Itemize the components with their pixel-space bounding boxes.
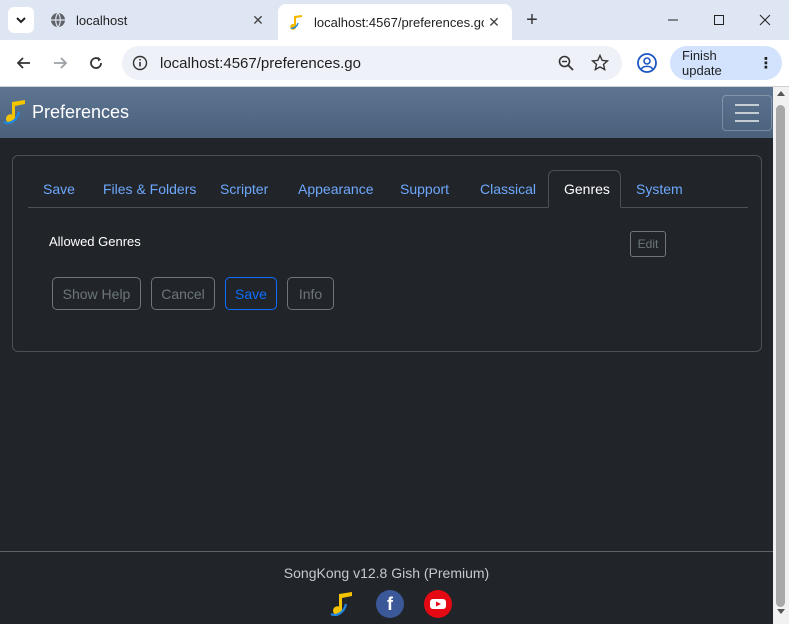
kebab-menu-icon: ⋮ — [758, 55, 774, 72]
profile-icon[interactable] — [636, 52, 658, 74]
youtube-icon[interactable] — [424, 590, 452, 618]
browser-tab-localhost[interactable]: localhost ✕ — [40, 4, 276, 36]
tab-system[interactable]: System — [621, 171, 698, 207]
scroll-thumb[interactable] — [776, 105, 785, 607]
zoom-icon[interactable] — [554, 51, 578, 75]
cancel-button[interactable]: Cancel — [151, 277, 215, 310]
music-note-icon — [288, 14, 304, 30]
show-help-button[interactable]: Show Help — [52, 277, 141, 310]
site-info-icon[interactable] — [132, 55, 148, 71]
bookmark-star-icon[interactable] — [588, 51, 612, 75]
scroll-up-icon[interactable] — [777, 91, 785, 96]
hamburger-menu-icon[interactable] — [722, 95, 772, 131]
browser-tab-preferences[interactable]: localhost:4567/preferences.go ✕ — [278, 4, 512, 40]
page-title[interactable]: Preferences — [32, 102, 129, 123]
edit-button[interactable]: Edit — [630, 231, 666, 257]
new-tab-icon[interactable]: + — [520, 8, 544, 32]
facebook-icon[interactable]: f — [376, 590, 404, 618]
browser-toolbar: localhost:4567/preferences.go Finish upd… — [0, 40, 789, 87]
footer-divider — [0, 551, 773, 552]
tab-files-folders[interactable]: Files & Folders — [88, 171, 211, 207]
reload-icon[interactable] — [82, 49, 110, 77]
songkong-logo-icon[interactable] — [2, 99, 28, 125]
maximize-icon[interactable] — [696, 0, 742, 40]
forward-icon[interactable] — [46, 49, 74, 77]
preferences-panel: Save Files & Folders Scripter Appearance… — [12, 155, 762, 352]
minimize-icon[interactable] — [650, 0, 696, 40]
tab-appearance[interactable]: Appearance — [283, 171, 389, 207]
browser-tab-strip: localhost ✕ localhost:4567/preferences.g… — [0, 0, 789, 40]
close-icon[interactable]: ✕ — [484, 12, 504, 32]
allowed-genres-label: Allowed Genres — [49, 234, 141, 249]
url-text[interactable]: localhost:4567/preferences.go — [160, 55, 554, 72]
finish-update-button[interactable]: Finish update ⋮ — [670, 46, 782, 80]
tab-save[interactable]: Save — [28, 171, 90, 207]
finish-update-label: Finish update — [682, 48, 722, 78]
app-navbar: Preferences — [0, 87, 773, 138]
page-scrollbar[interactable] — [773, 87, 789, 624]
chevron-down-icon — [16, 17, 26, 24]
songkong-home-icon[interactable] — [328, 590, 356, 618]
tab-classical[interactable]: Classical — [465, 171, 551, 207]
save-button[interactable]: Save — [225, 277, 277, 310]
tab-genres[interactable]: Genres — [548, 170, 621, 208]
tab-title: localhost:4567/preferences.go — [314, 14, 484, 30]
info-button[interactable]: Info — [287, 277, 334, 310]
address-bar[interactable]: localhost:4567/preferences.go — [122, 46, 622, 80]
version-text: SongKong v12.8 Gish (Premium) — [283, 565, 490, 581]
tab-title: localhost — [76, 12, 128, 28]
tab-support[interactable]: Support — [385, 171, 464, 207]
back-icon[interactable] — [10, 49, 38, 77]
tab-scripter[interactable]: Scripter — [205, 171, 283, 207]
close-icon[interactable]: ✕ — [248, 10, 268, 30]
globe-icon — [50, 12, 66, 28]
window-close-icon[interactable] — [742, 0, 788, 40]
tabs-divider — [28, 207, 748, 208]
scroll-down-icon[interactable] — [777, 609, 785, 614]
tab-search-button[interactable] — [8, 7, 34, 33]
